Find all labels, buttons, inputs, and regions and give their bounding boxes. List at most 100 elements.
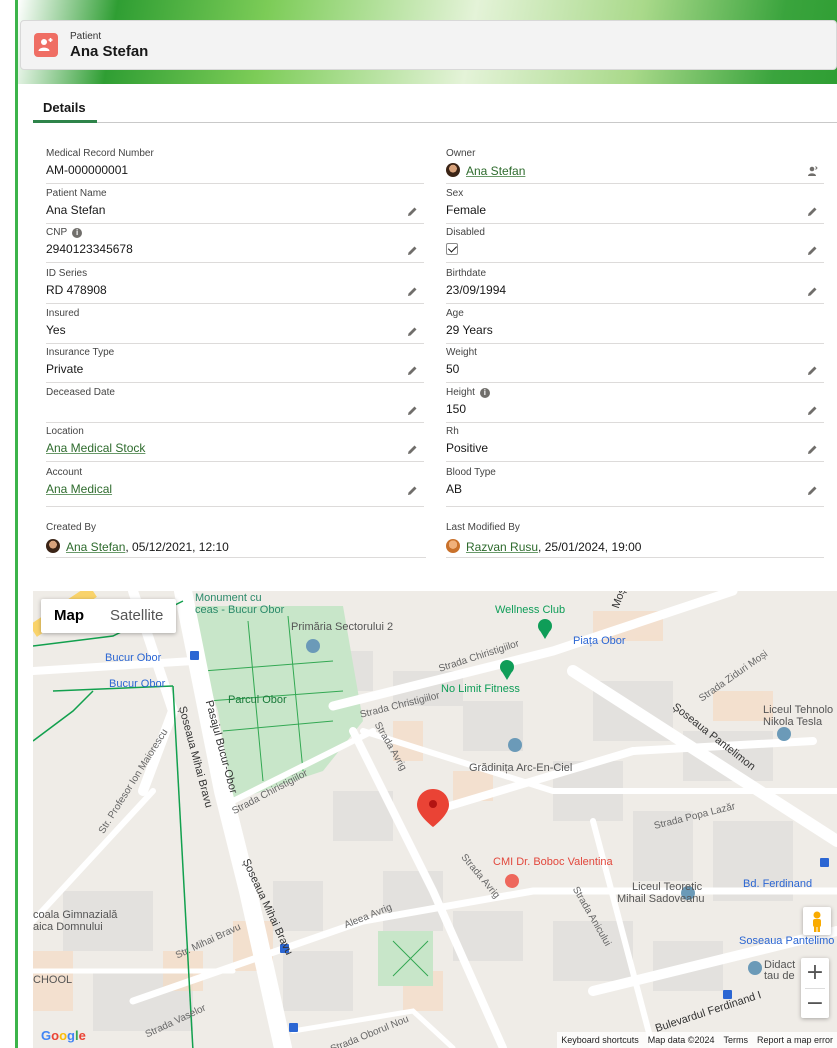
insured-field: Insured Yes (46, 308, 424, 344)
poi-label[interactable]: Monument cu (195, 592, 262, 604)
street-view-pegman-icon[interactable] (803, 907, 831, 935)
edit-pencil-icon[interactable] (807, 204, 818, 216)
field-value: 23/09/1994 (446, 283, 507, 297)
field-value: Razvan Rusu, 25/01/2024, 19:00 (446, 539, 641, 554)
poi-label[interactable]: tau de (764, 970, 795, 982)
sex-field: Sex Female (446, 188, 824, 224)
park-label[interactable]: Parcul Obor (228, 694, 287, 706)
edit-pencil-icon[interactable] (407, 403, 418, 415)
account-field: Account Ana Medical (46, 467, 424, 507)
last-modified-by-field: Last Modified By Razvan Rusu, 25/01/2024… (446, 522, 824, 558)
field-label: Location (46, 426, 84, 437)
field-label: Age (446, 308, 464, 319)
info-icon[interactable]: i (72, 228, 83, 238)
poi-label[interactable]: Wellness Club (495, 604, 565, 616)
edit-pencil-icon[interactable] (807, 284, 818, 296)
field-value[interactable]: Ana Stefan (446, 163, 525, 178)
edit-pencil-icon[interactable] (407, 204, 418, 216)
last-modified-user-link[interactable]: Razvan Rusu (466, 540, 538, 554)
poi-label[interactable]: Piața Obor (573, 635, 626, 647)
edit-pencil-icon[interactable] (807, 442, 818, 454)
patient-name-field: Patient Name Ana Stefan (46, 188, 424, 224)
field-value: Private (46, 362, 84, 376)
map-view[interactable]: Map Satellite Monument cu ceas - Bucur O… (33, 591, 837, 1048)
field-value: RD 478908 (46, 283, 107, 297)
change-owner-icon[interactable] (806, 164, 818, 176)
poi-label[interactable]: aica Domnului (33, 921, 103, 933)
edit-pencil-icon[interactable] (407, 483, 418, 495)
rh-field: Rh Positive (446, 426, 824, 462)
edit-pencil-icon[interactable] (807, 243, 818, 255)
map-type-map-button[interactable]: Map (41, 599, 97, 633)
keyboard-shortcuts-link[interactable]: Keyboard shortcuts (561, 1035, 639, 1045)
map-data-attribution: Map data ©2024 (647, 1035, 715, 1045)
poi-label[interactable]: Primăria Sectorului 2 (291, 621, 393, 633)
disabled-checkbox[interactable] (446, 243, 458, 255)
transit-label[interactable]: Bucur Obor (105, 652, 161, 664)
report-map-error-link[interactable]: Report a map error (757, 1035, 833, 1045)
owner-link[interactable]: Ana Stefan (466, 164, 525, 178)
field-label: Account (46, 467, 83, 478)
zoom-out-button[interactable]: − (801, 989, 829, 1019)
poi-label[interactable]: CMI Dr. Boboc Valentina (493, 856, 613, 868)
info-icon[interactable]: i (479, 388, 490, 398)
record-title: Ana Stefan (70, 43, 149, 60)
zoom-in-button[interactable]: + (801, 958, 829, 988)
user-avatar[interactable] (446, 539, 460, 553)
poi-label[interactable]: Nikola Tesla (763, 716, 822, 728)
poi-label[interactable]: coala Gimnazială (33, 909, 117, 921)
medical-record-number-field: Medical Record Number AM-000000001 (46, 148, 424, 184)
created-by-user-link[interactable]: Ana Stefan (66, 540, 125, 554)
poi-label[interactable]: Grădinița Arc-En-Ciel (469, 762, 572, 774)
field-value: Female (446, 203, 487, 217)
transit-label[interactable]: Soseaua Pantelimo (739, 935, 834, 947)
field-value: Yes (46, 323, 66, 337)
field-label: CNP i (46, 227, 83, 238)
map-type-satellite-button[interactable]: Satellite (97, 599, 176, 633)
edit-pencil-icon[interactable] (407, 442, 418, 454)
field-value: 50 (446, 362, 460, 376)
user-avatar[interactable] (446, 163, 460, 177)
edit-pencil-icon[interactable] (407, 324, 418, 336)
poi-label[interactable]: Liceul Tehnolo (763, 704, 833, 716)
edit-pencil-icon[interactable] (407, 284, 418, 296)
poi-label[interactable]: CHOOL (33, 974, 72, 986)
edit-pencil-icon[interactable] (807, 363, 818, 375)
weight-field: Weight 50 (446, 347, 824, 383)
poi-label[interactable]: Liceul Teoretic (632, 881, 702, 893)
transit-label[interactable]: Bucur Obor (109, 678, 165, 690)
field-value: AB (446, 482, 463, 496)
poi-label[interactable]: No Limit Fitness (441, 683, 520, 695)
patient-icon (34, 33, 58, 57)
field-value: Positive (446, 441, 489, 455)
cnp-field: CNP i 2940123345678 (46, 227, 424, 263)
field-label: Owner (446, 148, 476, 159)
field-value[interactable]: Ana Medical Stock (46, 441, 145, 455)
edit-pencil-icon[interactable] (407, 363, 418, 375)
transit-label[interactable]: Bd. Ferdinand (743, 878, 812, 890)
field-label: Last Modified By (446, 522, 520, 533)
field-label: Weight (446, 347, 477, 358)
field-value[interactable]: Ana Medical (46, 482, 112, 496)
edit-pencil-icon[interactable] (407, 243, 418, 255)
poi-label[interactable]: ceas - Bucur Obor (195, 604, 284, 616)
field-label: Disabled (446, 227, 485, 238)
field-value: 2940123345678 (46, 242, 133, 256)
edit-pencil-icon[interactable] (807, 403, 818, 415)
birthdate-field: Birthdate 23/09/1994 (446, 268, 824, 304)
field-label: Deceased Date (46, 387, 115, 398)
field-label: Blood Type (446, 467, 496, 478)
insurance-type-field: Insurance Type Private (46, 347, 424, 383)
poi-label[interactable]: Mihail Sadoveanu (617, 893, 704, 905)
terms-link[interactable]: Terms (723, 1035, 748, 1045)
field-label: Insured (46, 308, 80, 319)
user-avatar[interactable] (46, 539, 60, 553)
google-logo[interactable]: Google (41, 1028, 86, 1043)
field-label: Sex (446, 188, 464, 199)
edit-pencil-icon[interactable] (807, 483, 818, 495)
field-value: AM-000000001 (46, 163, 129, 177)
id-series-field: ID Series RD 478908 (46, 268, 424, 304)
tab-details[interactable]: Details (43, 100, 86, 115)
created-by-timestamp: , 05/12/2021, 12:10 (125, 540, 229, 554)
record-header: Patient Ana Stefan (20, 20, 837, 70)
